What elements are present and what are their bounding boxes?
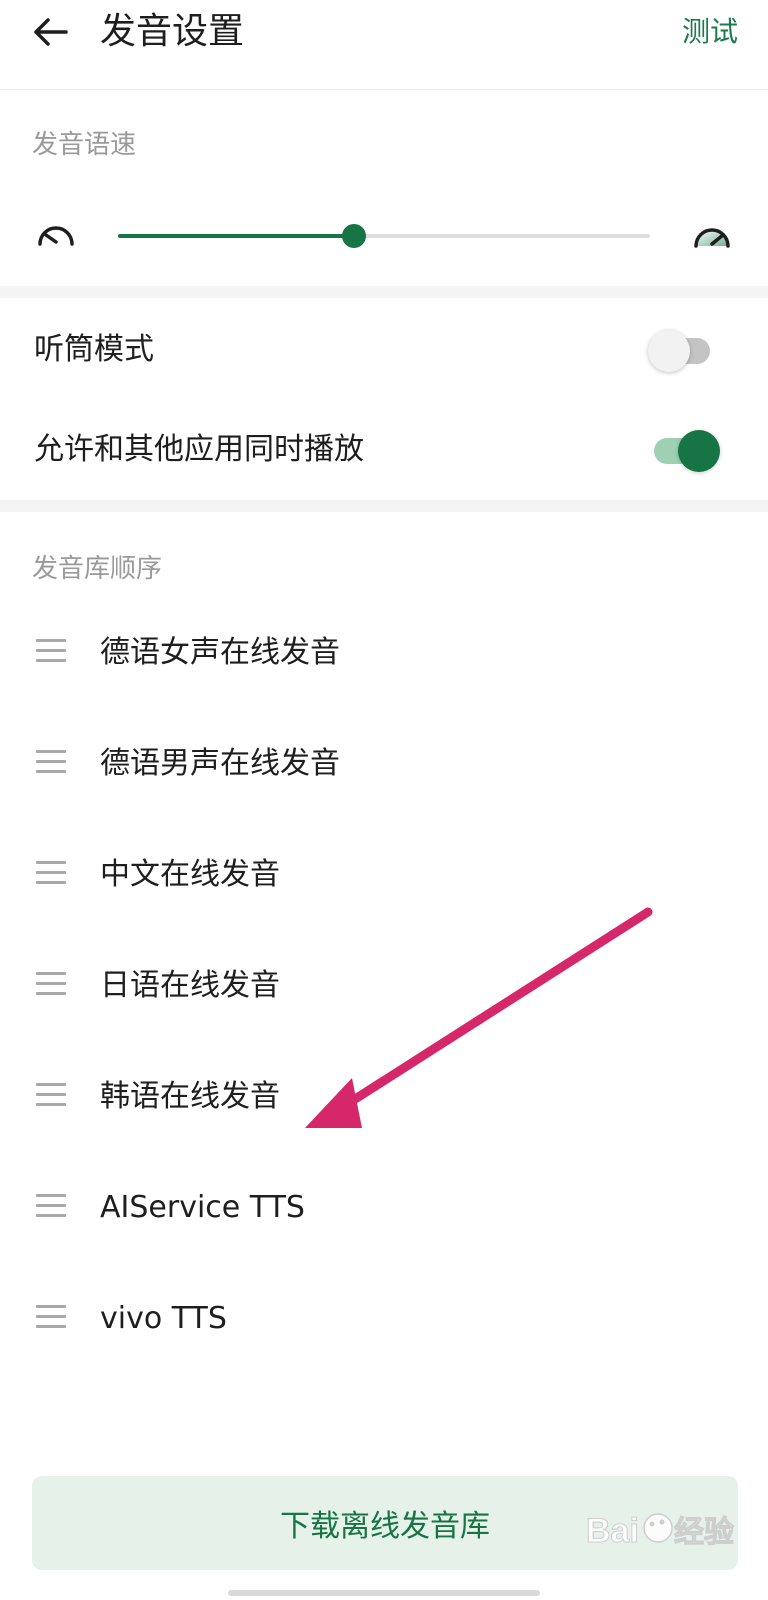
svg-text:Bai: Bai <box>586 1512 639 1550</box>
drag-handle-icon[interactable] <box>36 1194 66 1218</box>
engine-name: 德语女声在线发音 <box>100 635 340 670</box>
earpiece-mode-switch[interactable] <box>648 330 714 372</box>
section-divider <box>0 500 768 512</box>
speed-fast-icon <box>694 228 730 248</box>
home-indicator[interactable] <box>228 1590 540 1596</box>
page-title: 发音设置 <box>100 11 245 52</box>
drag-handle-icon[interactable] <box>36 861 66 885</box>
list-item[interactable]: 德语男声在线发音 <box>0 708 768 819</box>
engine-order-section-label: 发音库顺序 <box>32 554 163 584</box>
slider-fill <box>118 234 354 238</box>
drag-handle-icon[interactable] <box>36 972 66 996</box>
switch-knob <box>678 430 720 472</box>
engine-order-list: 德语女声在线发音 德语男声在线发音 中文在线发音 日语在线发音 韩语在线发音 A… <box>0 597 768 1374</box>
engine-name: 韩语在线发音 <box>100 1079 280 1114</box>
earpiece-mode-row[interactable]: 听筒模式 <box>0 298 768 398</box>
list-item[interactable]: 韩语在线发音 <box>0 1041 768 1152</box>
section-divider <box>0 286 768 298</box>
slider-thumb[interactable] <box>341 224 366 248</box>
mix-playback-label: 允许和其他应用同时播放 <box>34 432 364 467</box>
engine-name: vivo TTS <box>100 1301 227 1336</box>
list-item[interactable]: AIService TTS <box>0 1152 768 1263</box>
switch-knob <box>648 330 690 372</box>
drag-handle-icon[interactable] <box>36 1083 66 1107</box>
app-header: 发音设置 测试 <box>0 0 768 90</box>
list-item[interactable]: 中文在线发音 <box>0 819 768 930</box>
mix-playback-row[interactable]: 允许和其他应用同时播放 <box>0 398 768 498</box>
pronunciation-settings-screen: 发音设置 测试 发音语速 听筒模式 允许和其他应用同时播放 发音库顺序 德语女声… <box>0 0 768 1600</box>
drag-handle-icon[interactable] <box>36 750 66 774</box>
baidu-watermark-logo: Bai 经验 <box>586 1512 735 1551</box>
mix-playback-switch[interactable] <box>648 430 720 472</box>
drag-handle-icon[interactable] <box>36 1305 66 1329</box>
speed-section-label: 发音语速 <box>32 130 137 160</box>
engine-name: AIService TTS <box>100 1190 305 1225</box>
arrow-left-icon <box>34 18 68 46</box>
list-item[interactable]: 日语在线发音 <box>0 930 768 1041</box>
speed-slider[interactable] <box>118 224 650 248</box>
back-button[interactable] <box>28 10 72 54</box>
speed-slow-icon <box>38 226 74 246</box>
engine-name: 中文在线发音 <box>100 857 280 892</box>
list-item[interactable]: 德语女声在线发音 <box>0 597 768 708</box>
engine-name: 德语男声在线发音 <box>100 746 340 781</box>
svg-text:经验: 经验 <box>674 1515 734 1549</box>
earpiece-mode-label: 听筒模式 <box>34 332 154 367</box>
engine-name: 日语在线发音 <box>100 968 280 1003</box>
drag-handle-icon[interactable] <box>36 639 66 663</box>
test-button[interactable]: 测试 <box>682 10 738 54</box>
list-item[interactable]: vivo TTS <box>0 1263 768 1374</box>
